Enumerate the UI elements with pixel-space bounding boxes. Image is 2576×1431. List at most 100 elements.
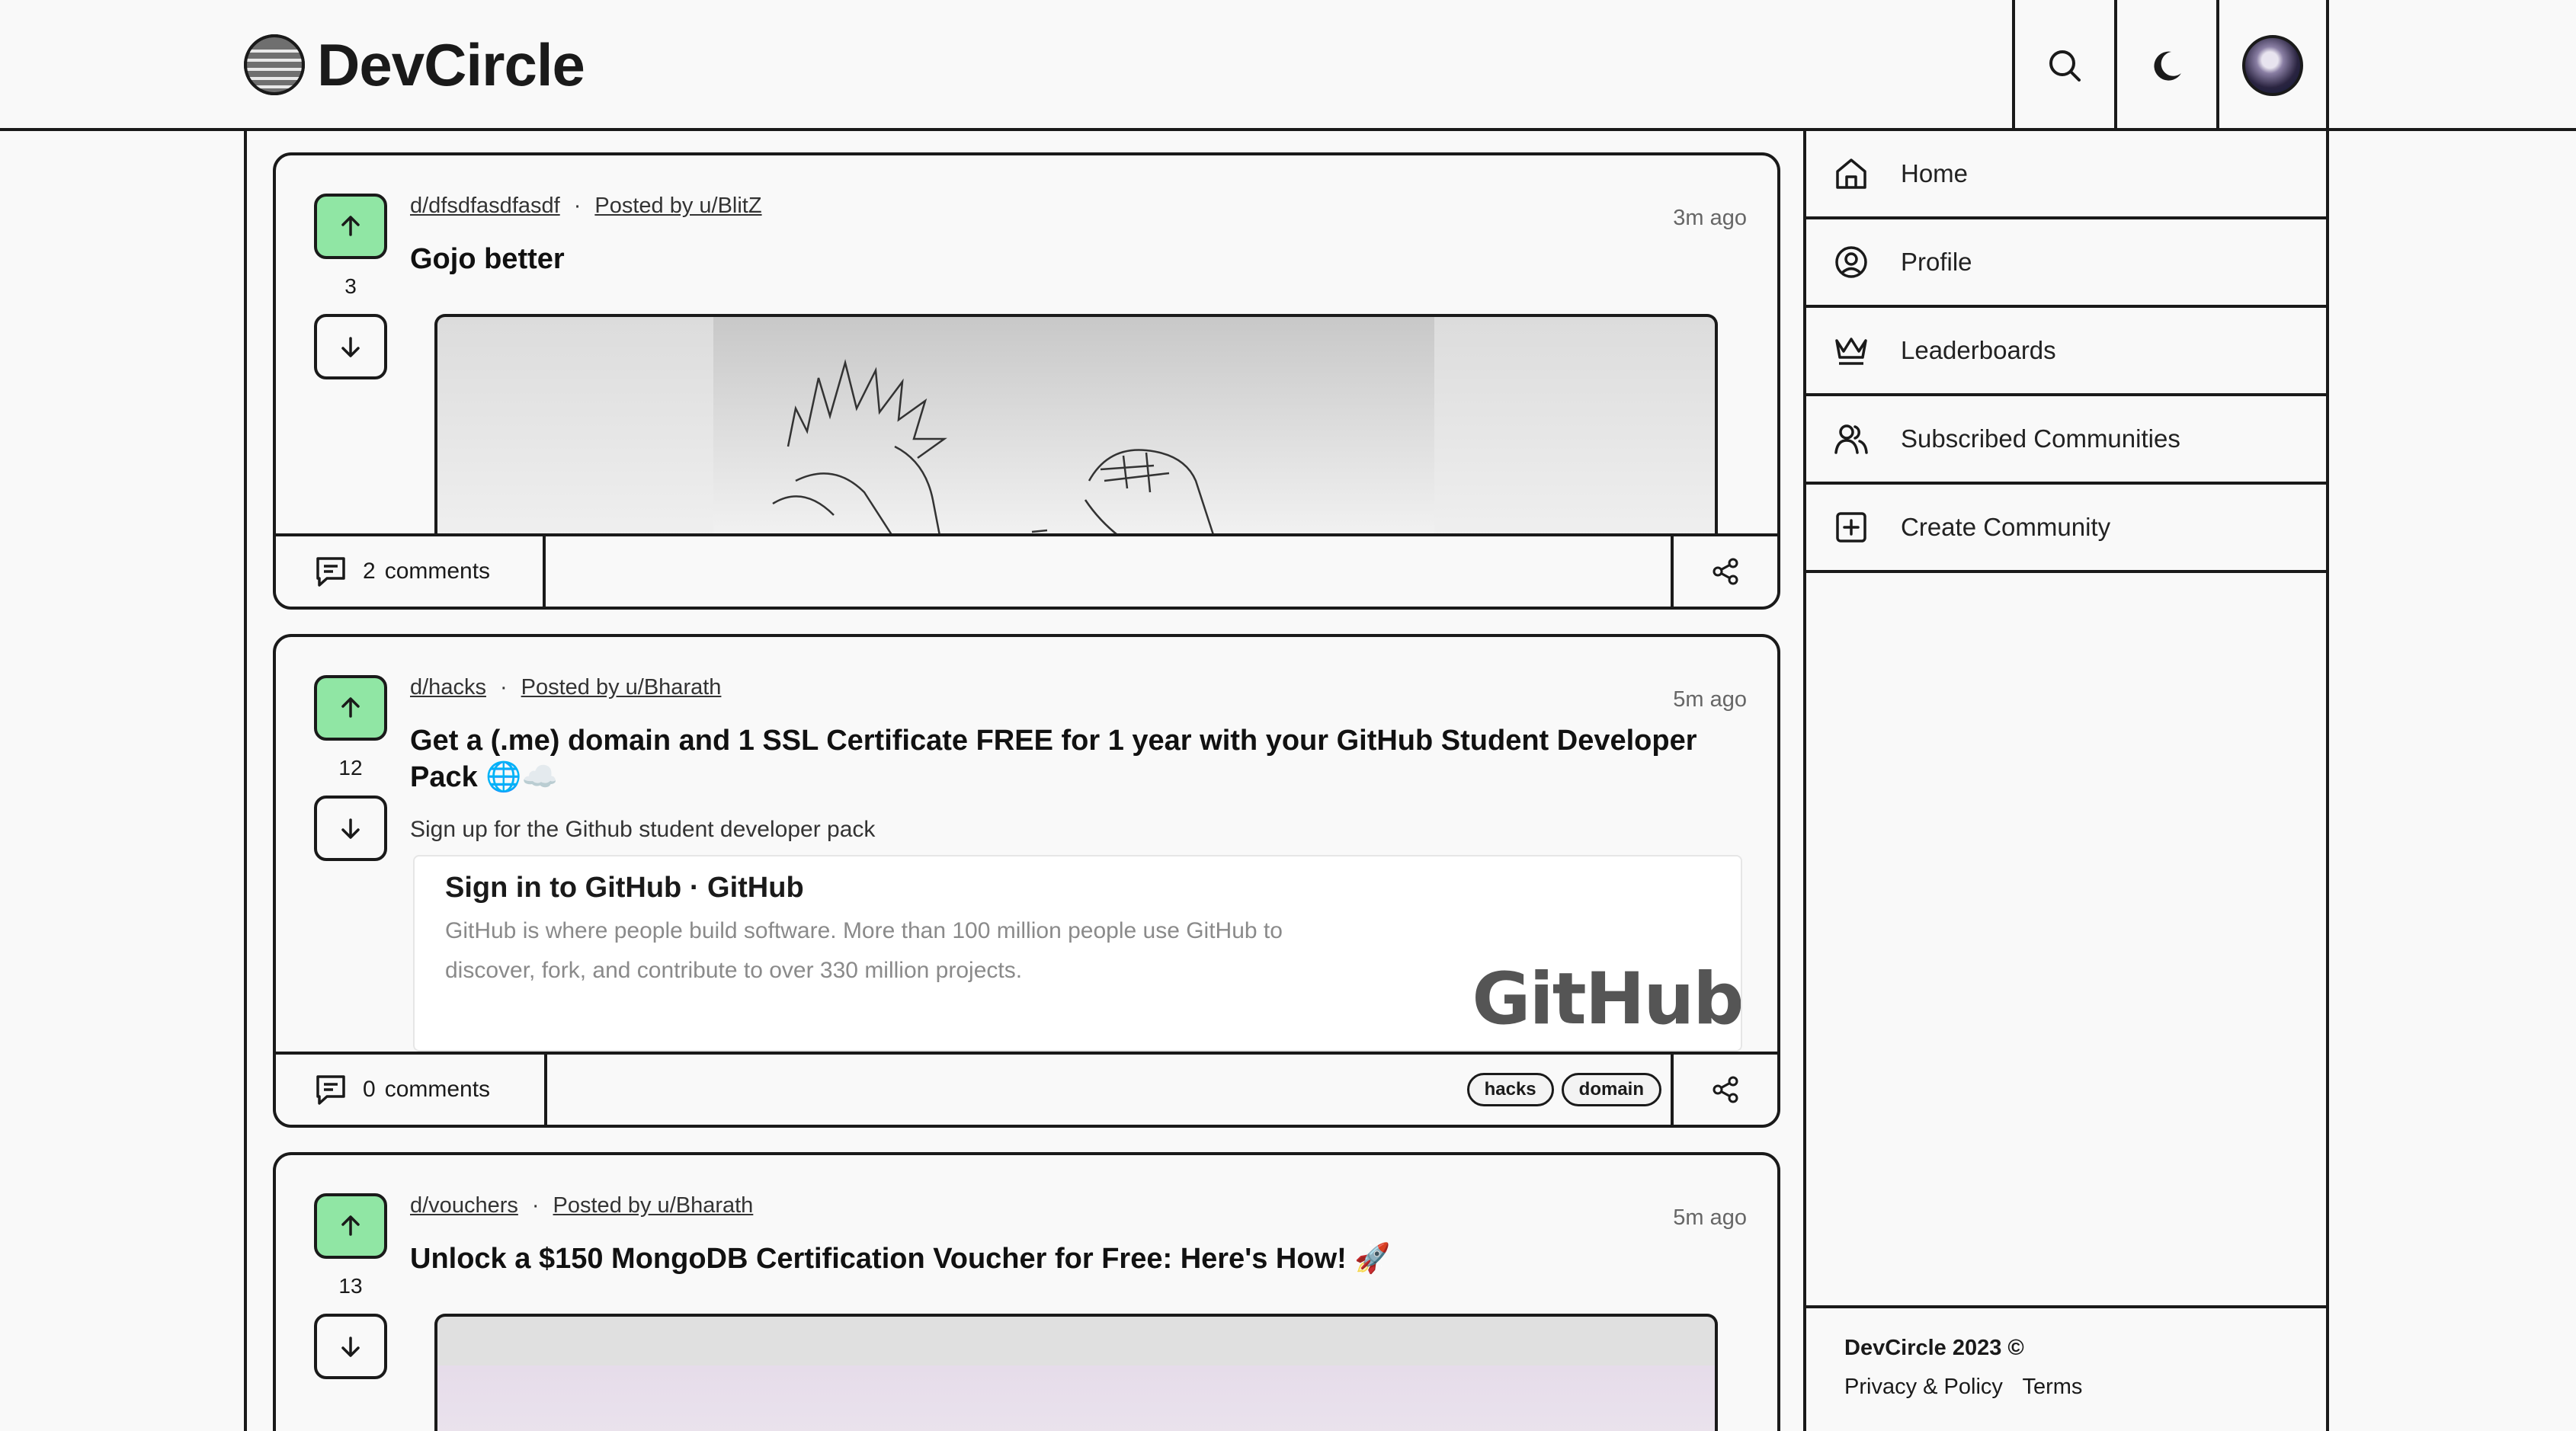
vote-box: 12	[314, 675, 387, 861]
sidebar-item-create-community[interactable]: Create Community	[1806, 485, 2328, 573]
author-link[interactable]: Posted by u/Bharath	[553, 1193, 754, 1218]
upvote-button[interactable]	[314, 675, 387, 741]
arrow-down-icon	[341, 337, 360, 357]
app-logo[interactable]: DevCircle	[242, 30, 585, 99]
preview-title: Sign in to GitHub · GitHub	[445, 872, 804, 904]
sidebar-nav: Home Profile Leaderboards Subscribed Com…	[1806, 131, 2328, 573]
top-header: DevCircle	[0, 0, 2576, 131]
post-image[interactable]	[434, 1314, 1718, 1431]
comment-icon	[316, 557, 345, 587]
preview-description-line: GitHub is where people build software. M…	[445, 918, 1283, 943]
github-logo-text: GitHub	[1472, 958, 1742, 1041]
post-time: 3m ago	[1673, 206, 1747, 230]
theme-toggle-button[interactable]	[2114, 0, 2216, 131]
preview-description-line: discover, fork, and contribute to over 3…	[445, 958, 1023, 983]
post-meta: d/hacks · Posted by u/Bharath	[410, 675, 721, 700]
comments-button[interactable]: 2 comments	[276, 536, 546, 607]
post-card[interactable]: 12 d/hacks · Posted by u/Bharath 5m ago …	[273, 634, 1780, 1128]
preview-description: GitHub is where people build software. M…	[445, 911, 1421, 991]
post-title[interactable]: Get a (.me) domain and 1 SSL Certificate…	[410, 722, 1697, 796]
post-image[interactable]	[434, 314, 1718, 536]
manga-sketch-image	[713, 317, 1434, 536]
tag-chip[interactable]: domain	[1561, 1073, 1661, 1106]
post-meta: d/dfsdfasdfasdf · Posted by u/BlitZ	[410, 194, 762, 219]
tag-chip[interactable]: hacks	[1466, 1073, 1554, 1106]
post-title[interactable]: Unlock a $150 MongoDB Certification Vouc…	[410, 1241, 1391, 1277]
share-button[interactable]	[1671, 1055, 1777, 1125]
plus-square-icon	[1836, 512, 1866, 543]
feed-left-border	[244, 131, 247, 1431]
sidebar-item-home[interactable]: Home	[1806, 131, 2328, 219]
downvote-button[interactable]	[314, 1314, 387, 1379]
privacy-policy-link[interactable]: Privacy & Policy	[1844, 1375, 2003, 1399]
globe-logo-icon	[244, 34, 305, 95]
vote-count: 12	[338, 756, 363, 780]
sidebar-footer: DevCircle 2023 © Privacy & Policy Terms	[1806, 1305, 2328, 1400]
post-card[interactable]: 3 d/dfsdfasdfasdf · Posted by u/BlitZ 3m…	[273, 152, 1780, 610]
users-icon	[1834, 424, 1868, 454]
copyright-text: DevCircle 2023 ©	[1844, 1336, 2024, 1360]
app-name: DevCircle	[317, 30, 585, 98]
share-button[interactable]	[1671, 536, 1777, 607]
sidebar-item-label: Create Community	[1901, 513, 2111, 541]
profile-avatar-button[interactable]	[2216, 0, 2329, 131]
vote-box: 13	[314, 1193, 387, 1379]
vote-count: 3	[344, 274, 357, 298]
user-circle-icon	[1835, 246, 1867, 278]
footer-links: Privacy & Policy Terms	[1844, 1375, 2328, 1400]
post-footer: 0 comments hacks domain	[276, 1052, 1777, 1125]
upvote-button[interactable]	[314, 194, 387, 259]
downvote-button[interactable]	[314, 314, 387, 379]
arrow-up-icon	[341, 216, 360, 236]
vote-count: 13	[338, 1274, 363, 1298]
vote-box: 3	[314, 194, 387, 379]
arrow-up-icon	[341, 1215, 360, 1236]
link-preview[interactable]: Sign in to GitHub · GitHub GitHub is whe…	[413, 855, 1742, 1052]
upvote-button[interactable]	[314, 1193, 387, 1259]
share-icon	[1713, 558, 1738, 585]
terms-link[interactable]: Terms	[2022, 1375, 2082, 1399]
preview-image: GitHub	[1472, 856, 1742, 1050]
comments-button[interactable]: 0 comments	[276, 1055, 547, 1125]
community-link[interactable]: d/dfsdfasdfasdf	[410, 194, 560, 219]
author-link[interactable]: Posted by u/Bharath	[521, 675, 722, 700]
post-title-line: Pack 🌐☁️	[410, 761, 558, 793]
sidebar-item-subscribed-communities[interactable]: Subscribed Communities	[1806, 396, 2328, 485]
post-title-line: Get a (.me) domain and 1 SSL Certificate…	[410, 725, 1697, 757]
comments-count: 0	[363, 1077, 376, 1102]
comment-icon	[316, 1075, 345, 1105]
crown-icon	[1835, 338, 1867, 365]
downvote-button[interactable]	[314, 796, 387, 861]
search-icon	[2049, 50, 2081, 82]
sidebar-item-label: Home	[1901, 159, 1969, 187]
post-time: 5m ago	[1673, 687, 1747, 712]
post-meta: d/vouchers · Posted by u/Bharath	[410, 1193, 753, 1218]
avatar	[2242, 35, 2303, 96]
arrow-down-icon	[341, 1337, 360, 1357]
author-link[interactable]: Posted by u/BlitZ	[594, 194, 761, 219]
community-link[interactable]: d/vouchers	[410, 1193, 518, 1218]
community-link[interactable]: d/hacks	[410, 675, 486, 700]
sidebar-item-profile[interactable]: Profile	[1806, 219, 2328, 308]
sidebar-item-leaderboards[interactable]: Leaderboards	[1806, 308, 2328, 396]
arrow-down-icon	[341, 818, 360, 839]
post-time: 5m ago	[1673, 1205, 1747, 1230]
tag-list: hacks domain	[1466, 1073, 1661, 1106]
comments-label: comments	[384, 559, 491, 584]
search-button[interactable]	[2012, 0, 2114, 131]
comments-label: comments	[384, 1077, 491, 1102]
moon-icon	[2154, 51, 2181, 81]
meta-separator: ·	[573, 194, 582, 218]
home-icon	[1836, 158, 1866, 189]
sidebar-item-label: Leaderboards	[1901, 336, 2056, 364]
arrow-up-icon	[341, 697, 360, 718]
post-card[interactable]: 13 d/vouchers · Posted by u/Bharath 5m a…	[273, 1152, 1780, 1431]
meta-separator: ·	[499, 675, 508, 699]
post-description: Sign up for the Github student developer…	[410, 817, 876, 842]
post-title[interactable]: Gojo better	[410, 241, 565, 277]
sidebar-item-label: Subscribed Communities	[1901, 424, 2180, 453]
sidebar-item-label: Profile	[1901, 248, 1972, 276]
comments-count: 2	[363, 559, 376, 584]
meta-separator: ·	[531, 1193, 540, 1218]
share-icon	[1713, 1076, 1738, 1103]
